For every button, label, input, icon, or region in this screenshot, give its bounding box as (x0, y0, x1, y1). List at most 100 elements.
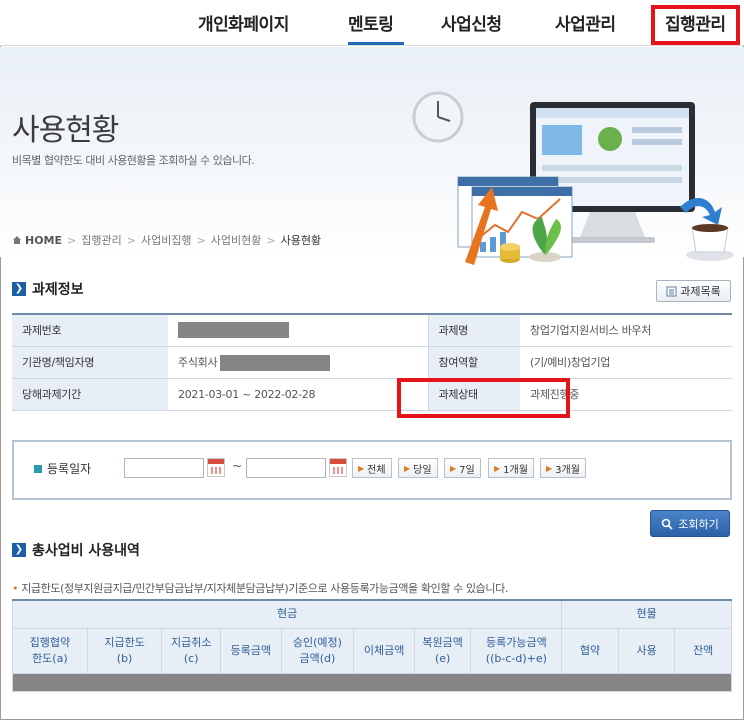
breadcrumb-item-expense-status[interactable]: 사업비현황 (211, 232, 262, 248)
nav-mentoring[interactable]: 멘토링 (348, 10, 394, 35)
column-header: 협약 (561, 627, 619, 674)
column-header: 잔액 (674, 627, 732, 674)
value-org-manager: 주식회사 (168, 346, 428, 379)
value-task-period: 2021-03-01 ~ 2022-02-28 (168, 378, 428, 411)
breadcrumb-current: 사용현황 (280, 234, 322, 247)
clock-icon (412, 91, 464, 143)
label-task-number: 과제번호 (12, 314, 168, 347)
search-icon (661, 518, 673, 530)
page-title: 사용현황 (12, 113, 119, 148)
bullet-icon: • (12, 582, 19, 595)
period-all-button[interactable]: ▶ 전체 (352, 458, 392, 478)
calendar-icon[interactable] (207, 458, 225, 477)
arrow-right-icon: ▶ (494, 463, 501, 473)
period-1month-label: 1개월 (503, 464, 528, 476)
date-range-tilde: ~ (232, 459, 243, 473)
search-button[interactable]: 조회하기 (650, 510, 730, 537)
dashboard-illustration (412, 91, 734, 265)
redacted-block (178, 322, 289, 339)
task-info-title: 과제정보 (32, 282, 84, 298)
label-participation-role: 참여역할 (427, 346, 520, 379)
breadcrumb-item-execution[interactable]: 집행관리 (81, 232, 121, 248)
highlight-box-status (397, 378, 570, 418)
search-panel: 등록일자 ~ ▶ 전체 ▶ 당일 ▶ 7일 ▶ 1개월 ▶ 3개월 (12, 440, 732, 500)
coffee-cup-icon (686, 224, 734, 261)
value-participation-role: (기/예비)창업기업 (520, 346, 732, 379)
value-task-number (168, 314, 428, 347)
document-list-icon (666, 286, 677, 296)
period-7days-label: 7일 (459, 464, 475, 476)
breadcrumb-item-expense-execution[interactable]: 사업비집행 (141, 232, 192, 248)
coins-icon (500, 243, 520, 263)
column-header: 이체금액 (353, 627, 415, 674)
arrow-right-icon: ▶ (358, 463, 365, 473)
breadcrumb-separator: > (67, 233, 77, 247)
column-header: 승인(예정) 금액(d) (280, 627, 355, 674)
task-list-button[interactable]: 과제목록 (656, 280, 731, 302)
column-group-kind: 현물 (561, 599, 732, 629)
org-prefix: 주식회사 (178, 355, 218, 369)
usage-title: 총사업비 사용내역 (32, 543, 140, 559)
redacted-row (12, 672, 732, 692)
period-all-label: 전체 (367, 464, 386, 476)
task-info-table: 과제번호 과제명 창업기업지원서비스 바우처 기관명/책임자명 주식회사 참여역… (12, 313, 732, 411)
arrow-right-icon: ▶ (404, 463, 411, 473)
table-row: 과제번호 과제명 창업기업지원서비스 바우처 (12, 314, 732, 347)
column-header: 집행협약 한도(a) (12, 627, 88, 674)
breadcrumb-separator: > (196, 233, 206, 247)
active-nav-indicator (348, 42, 404, 45)
column-header: 등록가능금액 ((b-c-d)+e) (470, 627, 563, 674)
usage-note: • 지급한도(정부지원금지급/민간부담금납부/지자체분담금납부)기준으로 사용등… (12, 580, 508, 596)
page-subtitle: 비목별 협약한도 대비 사용현황을 조회하실 수 있습니다. (12, 154, 255, 167)
breadcrumb-home[interactable]: HOME (12, 234, 62, 247)
chevron-right-icon: ❯ (12, 543, 26, 557)
bullet-icon (34, 464, 42, 473)
highlight-box-nav (651, 5, 740, 45)
column-header: 사용 (617, 627, 676, 674)
value-task-name: 창업기업지원서비스 바우처 (520, 314, 732, 347)
table-header-row: 현금 현물 (11, 599, 732, 629)
column-header: 지급취소 (c) (161, 627, 221, 674)
chevron-right-icon: ❯ (12, 282, 26, 296)
table-header-row: 집행협약 한도(a) 지급한도 (b) 지급취소 (c) 등록금액 승인(예정)… (12, 627, 732, 674)
date-to-input[interactable] (246, 458, 326, 478)
arrow-right-icon: ▶ (450, 463, 457, 473)
usage-note-text: 지급한도(정부지원금지급/민간부담금납부/지자체분담금납부)기준으로 사용등록가… (21, 582, 508, 595)
column-header: 등록금액 (220, 627, 282, 674)
table-row: 당해과제기간 2021-03-01 ~ 2022-02-28 과제상태 과제진행… (12, 378, 732, 411)
table-data-row (12, 672, 732, 692)
table-row: 기관명/책임자명 주식회사 참여역할 (기/예비)창업기업 (12, 346, 732, 379)
label-task-name: 과제명 (427, 314, 520, 347)
refresh-arrow-icon (680, 197, 722, 225)
usage-heading: ❯ 총사업비 사용내역 (12, 540, 140, 560)
label-task-period: 당해과제기간 (12, 378, 168, 411)
period-1month-button[interactable]: ▶ 1개월 (488, 458, 534, 478)
registration-date-label: 등록일자 (34, 460, 91, 477)
column-header: 지급한도 (b) (86, 627, 163, 674)
redacted-block (220, 354, 331, 371)
usage-table: 현금 현물 집행협약 한도(a) 지급한도 (b) 지급취소 (c) 등록금액 … (11, 599, 732, 692)
task-list-button-label: 과제목록 (680, 285, 721, 298)
period-today-label: 당일 (413, 464, 432, 476)
home-icon (13, 236, 21, 244)
registration-date-text: 등록일자 (47, 462, 92, 476)
top-navigation: 개인화페이지 멘토링 사업신청 사업관리 집행관리 (0, 0, 744, 46)
calendar-icon[interactable] (329, 458, 347, 477)
period-3months-button[interactable]: ▶ 3개월 (540, 458, 586, 478)
column-header: 복원금액 (e) (413, 627, 472, 674)
label-org-manager: 기관명/책임자명 (12, 346, 168, 379)
period-3months-label: 3개월 (555, 464, 580, 476)
task-info-heading: ❯ 과제정보 (12, 279, 84, 299)
arrow-right-icon: ▶ (546, 463, 553, 473)
breadcrumb: HOME > 집행관리 > 사업비집행 > 사업비현황 > 사용현황 (12, 232, 321, 248)
period-7days-button[interactable]: ▶ 7일 (444, 458, 481, 478)
breadcrumb-home-label: HOME (25, 233, 63, 247)
hero-banner: 사용현황 비목별 협약한도 대비 사용현황을 조회하실 수 있습니다. HOME… (0, 47, 744, 265)
search-button-label: 조회하기 (678, 517, 719, 531)
breadcrumb-separator: > (266, 233, 276, 247)
date-from-input[interactable] (124, 458, 204, 478)
nav-personal-page[interactable]: 개인화페이지 (198, 10, 289, 35)
nav-business-application[interactable]: 사업신청 (441, 10, 502, 35)
nav-business-management[interactable]: 사업관리 (555, 10, 616, 35)
period-today-button[interactable]: ▶ 당일 (398, 458, 438, 478)
